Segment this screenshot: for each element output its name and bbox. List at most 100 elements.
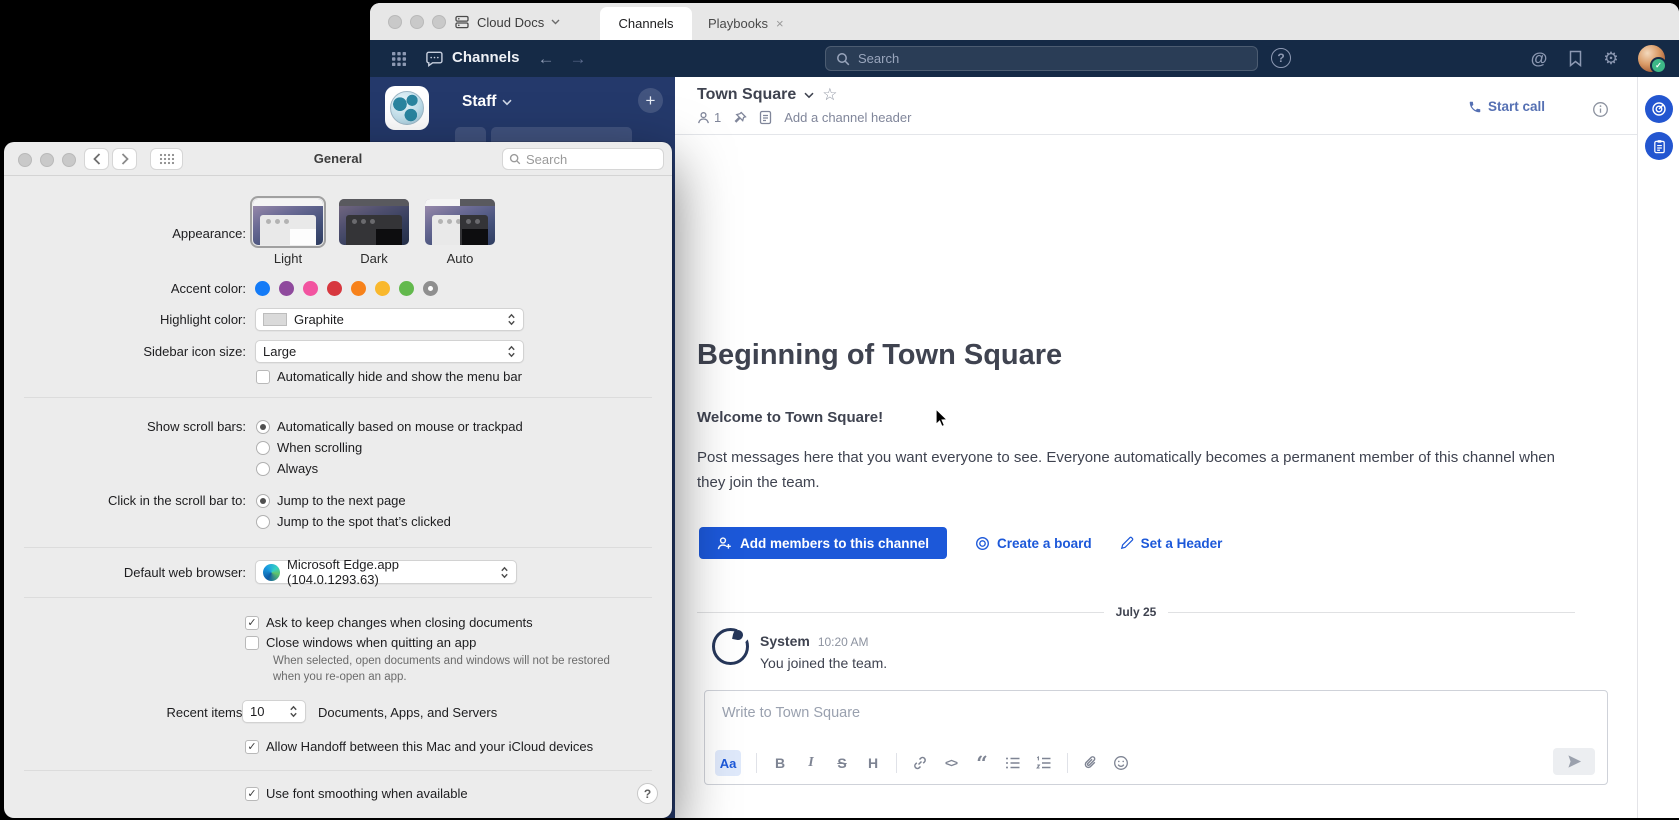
checkbox-checked[interactable]: ✓ [245,787,259,801]
appearance-option-light[interactable]: Light [253,199,323,266]
auto-label: Auto [425,251,495,266]
accent-red-swatch[interactable] [327,281,342,296]
italic-icon[interactable]: I [803,755,819,771]
toolbar-divider [1067,753,1068,773]
start-call-button[interactable]: Start call [1468,99,1545,114]
prefs-search-placeholder: Search [526,152,567,167]
add-channel-button[interactable]: + [638,88,663,113]
light-theme-thumbnail[interactable] [253,199,323,245]
menu-bar-checkbox[interactable] [256,370,270,384]
divider-date[interactable]: July 25 [1116,605,1157,619]
server-selector[interactable]: Cloud Docs [454,11,560,33]
link-icon[interactable] [912,755,928,771]
welcome-title: Welcome to Town Square! [697,409,883,426]
checkbox-checked[interactable]: ✓ [245,616,259,630]
accent-purple-swatch[interactable] [279,281,294,296]
playbooks-app-icon[interactable] [1645,132,1673,160]
post-sender[interactable]: System [760,633,810,649]
history-back-icon[interactable]: ← [536,40,556,77]
accent-orange-swatch[interactable] [351,281,366,296]
minimize-window-button[interactable] [410,15,424,29]
post-timestamp[interactable]: 10:20 AM [818,635,869,649]
pinned-posts-icon[interactable] [733,111,747,125]
mentions-icon[interactable]: @ [1528,40,1550,77]
scrollbar-option-always: Always [256,461,318,476]
checkbox-checked[interactable]: ✓ [245,740,259,754]
bold-icon[interactable]: B [772,755,788,771]
close-window-button[interactable] [388,15,402,29]
help-button[interactable]: ? [637,783,658,804]
radio-selected[interactable] [256,494,270,508]
members-icon [697,111,710,124]
bulleted-list-icon[interactable] [1005,756,1021,770]
channel-info-icon[interactable] [1592,101,1609,118]
send-button[interactable] [1553,748,1595,775]
handoff-row: ✓ Allow Handoff between this Mac and you… [245,739,593,754]
user-avatar[interactable]: ✓ [1638,45,1665,72]
radio-selected[interactable] [256,420,270,434]
note-line-2: when you re-open an app. [273,669,610,685]
global-search-input[interactable]: Search [825,46,1258,71]
create-board-button[interactable]: Create a board [975,536,1092,551]
heading-icon[interactable]: H [865,755,881,771]
recent-items-popup[interactable]: 10 [242,700,306,723]
code-icon[interactable]: <> [943,756,959,770]
accent-yellow-swatch[interactable] [375,281,390,296]
product-switcher-icon[interactable] [388,40,410,77]
member-count[interactable]: 1 [697,110,721,125]
boards-app-icon[interactable] [1645,95,1673,123]
close-tab-icon[interactable]: × [776,16,784,31]
channel-menu[interactable]: Town Square ☆ [697,85,838,105]
quote-icon[interactable]: “ [974,757,990,769]
channel-files-icon[interactable] [759,110,772,125]
default-browser-value: Microsoft Edge.app (104.0.1293.63) [287,557,493,587]
dark-theme-thumbnail[interactable] [339,199,409,245]
default-browser-popup[interactable]: Microsoft Edge.app (104.0.1293.63) [255,560,517,584]
message-composer[interactable]: Write to Town Square Aa B I S H <> “ [704,690,1608,785]
zoom-window-button[interactable] [432,15,446,29]
channel-subheader: 1 Add a channel header [697,110,911,125]
divider-line [1168,612,1575,613]
prefs-search-field[interactable]: Search [502,148,664,170]
accent-green-swatch[interactable] [399,281,414,296]
close-windows-note: When selected, open documents and window… [273,653,610,685]
appearance-option-dark[interactable]: Dark [339,199,409,266]
settings-gear-icon[interactable]: ⚙ [1600,40,1622,77]
composer-placeholder[interactable]: Write to Town Square [722,705,860,721]
set-header-button[interactable]: Set a Header [1120,536,1223,551]
emoji-icon[interactable] [1113,755,1129,771]
tab-playbooks[interactable]: Playbooks × [700,7,792,40]
accent-pink-swatch[interactable] [303,281,318,296]
favorite-star-icon[interactable]: ☆ [822,85,837,105]
sidebar-icon-size-popup[interactable]: Large [255,340,524,363]
numbered-list-icon[interactable] [1036,756,1052,770]
tab-channels[interactable]: Channels [600,7,692,40]
radio[interactable] [256,462,270,476]
attachment-icon[interactable] [1083,755,1098,771]
checkbox[interactable] [245,636,259,650]
help-icon[interactable]: ? [1271,48,1291,68]
show-formatting-icon[interactable]: Aa [715,750,741,776]
note-line-1: When selected, open documents and window… [273,653,610,669]
strikethrough-icon[interactable]: S [834,755,850,771]
team-icon[interactable] [385,86,429,130]
highlight-value: Graphite [294,312,500,327]
auto-theme-thumbnail[interactable] [425,199,495,245]
scroll-click-spot-label: Jump to the spot that’s clicked [277,514,451,529]
chevron-down-icon [551,19,560,25]
accent-blue-swatch[interactable] [255,281,270,296]
appearance-option-auto[interactable]: Auto [425,199,495,266]
desktop: Cloud Docs Channels Playbooks × [0,0,1679,820]
accent-graphite-swatch-selected[interactable] [423,281,438,296]
highlight-color-popup[interactable]: Graphite [255,308,524,331]
stepper-icon [507,312,516,327]
team-menu[interactable]: Staff [462,93,512,111]
channel-header-placeholder[interactable]: Add a channel header [784,110,911,125]
radio[interactable] [256,441,270,455]
history-forward-icon[interactable]: → [568,40,588,77]
saved-posts-icon[interactable] [1564,40,1586,77]
radio[interactable] [256,515,270,529]
add-members-button[interactable]: Add members to this channel [699,527,947,559]
prefs-titlebar: General Search [4,142,672,176]
global-header: Channels ← → Search ? @ ⚙ [370,40,1679,77]
